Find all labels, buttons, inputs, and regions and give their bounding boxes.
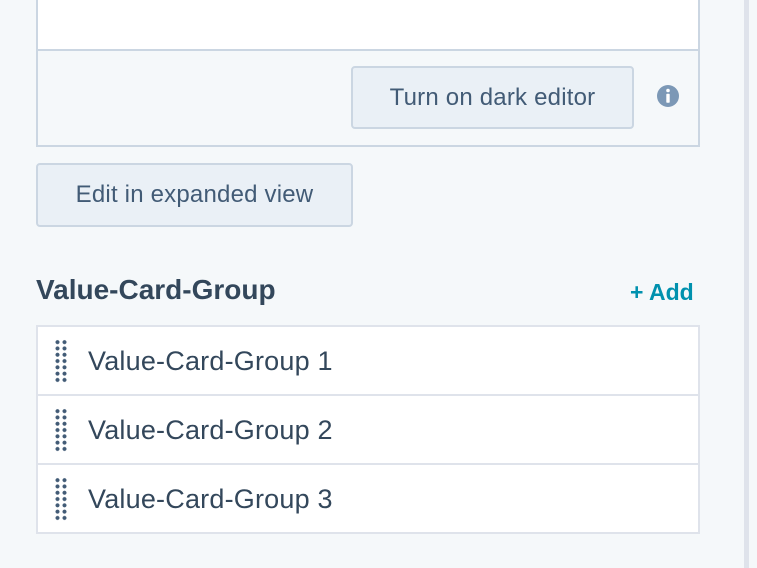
list-item-label: Value-Card-Group 1 — [88, 346, 333, 376]
group-list: Value-Card-Group 1 Value-Card-Group 2 Va… — [36, 325, 700, 534]
info-icon[interactable] — [656, 84, 680, 108]
list-item[interactable]: Value-Card-Group 3 — [38, 465, 698, 532]
code-editor-panel: Turn on dark editor — [36, 0, 700, 147]
dark-editor-toggle-button[interactable]: Turn on dark editor — [351, 66, 634, 129]
add-group-button[interactable]: + Add — [630, 279, 694, 306]
drag-handle-icon[interactable] — [54, 477, 68, 521]
code-editor-area[interactable] — [38, 0, 698, 51]
list-item-label: Value-Card-Group 3 — [88, 484, 333, 514]
edit-expanded-view-button[interactable]: Edit in expanded view — [36, 163, 353, 227]
drag-handle-icon[interactable] — [54, 408, 68, 452]
list-item[interactable]: Value-Card-Group 2 — [38, 396, 698, 465]
drag-handle-icon[interactable] — [54, 339, 68, 383]
group-section-title: Value-Card-Group — [36, 274, 276, 305]
list-item-label: Value-Card-Group 2 — [88, 415, 333, 445]
scrollbar-edge[interactable] — [744, 0, 749, 568]
list-item[interactable]: Value-Card-Group 1 — [38, 327, 698, 396]
